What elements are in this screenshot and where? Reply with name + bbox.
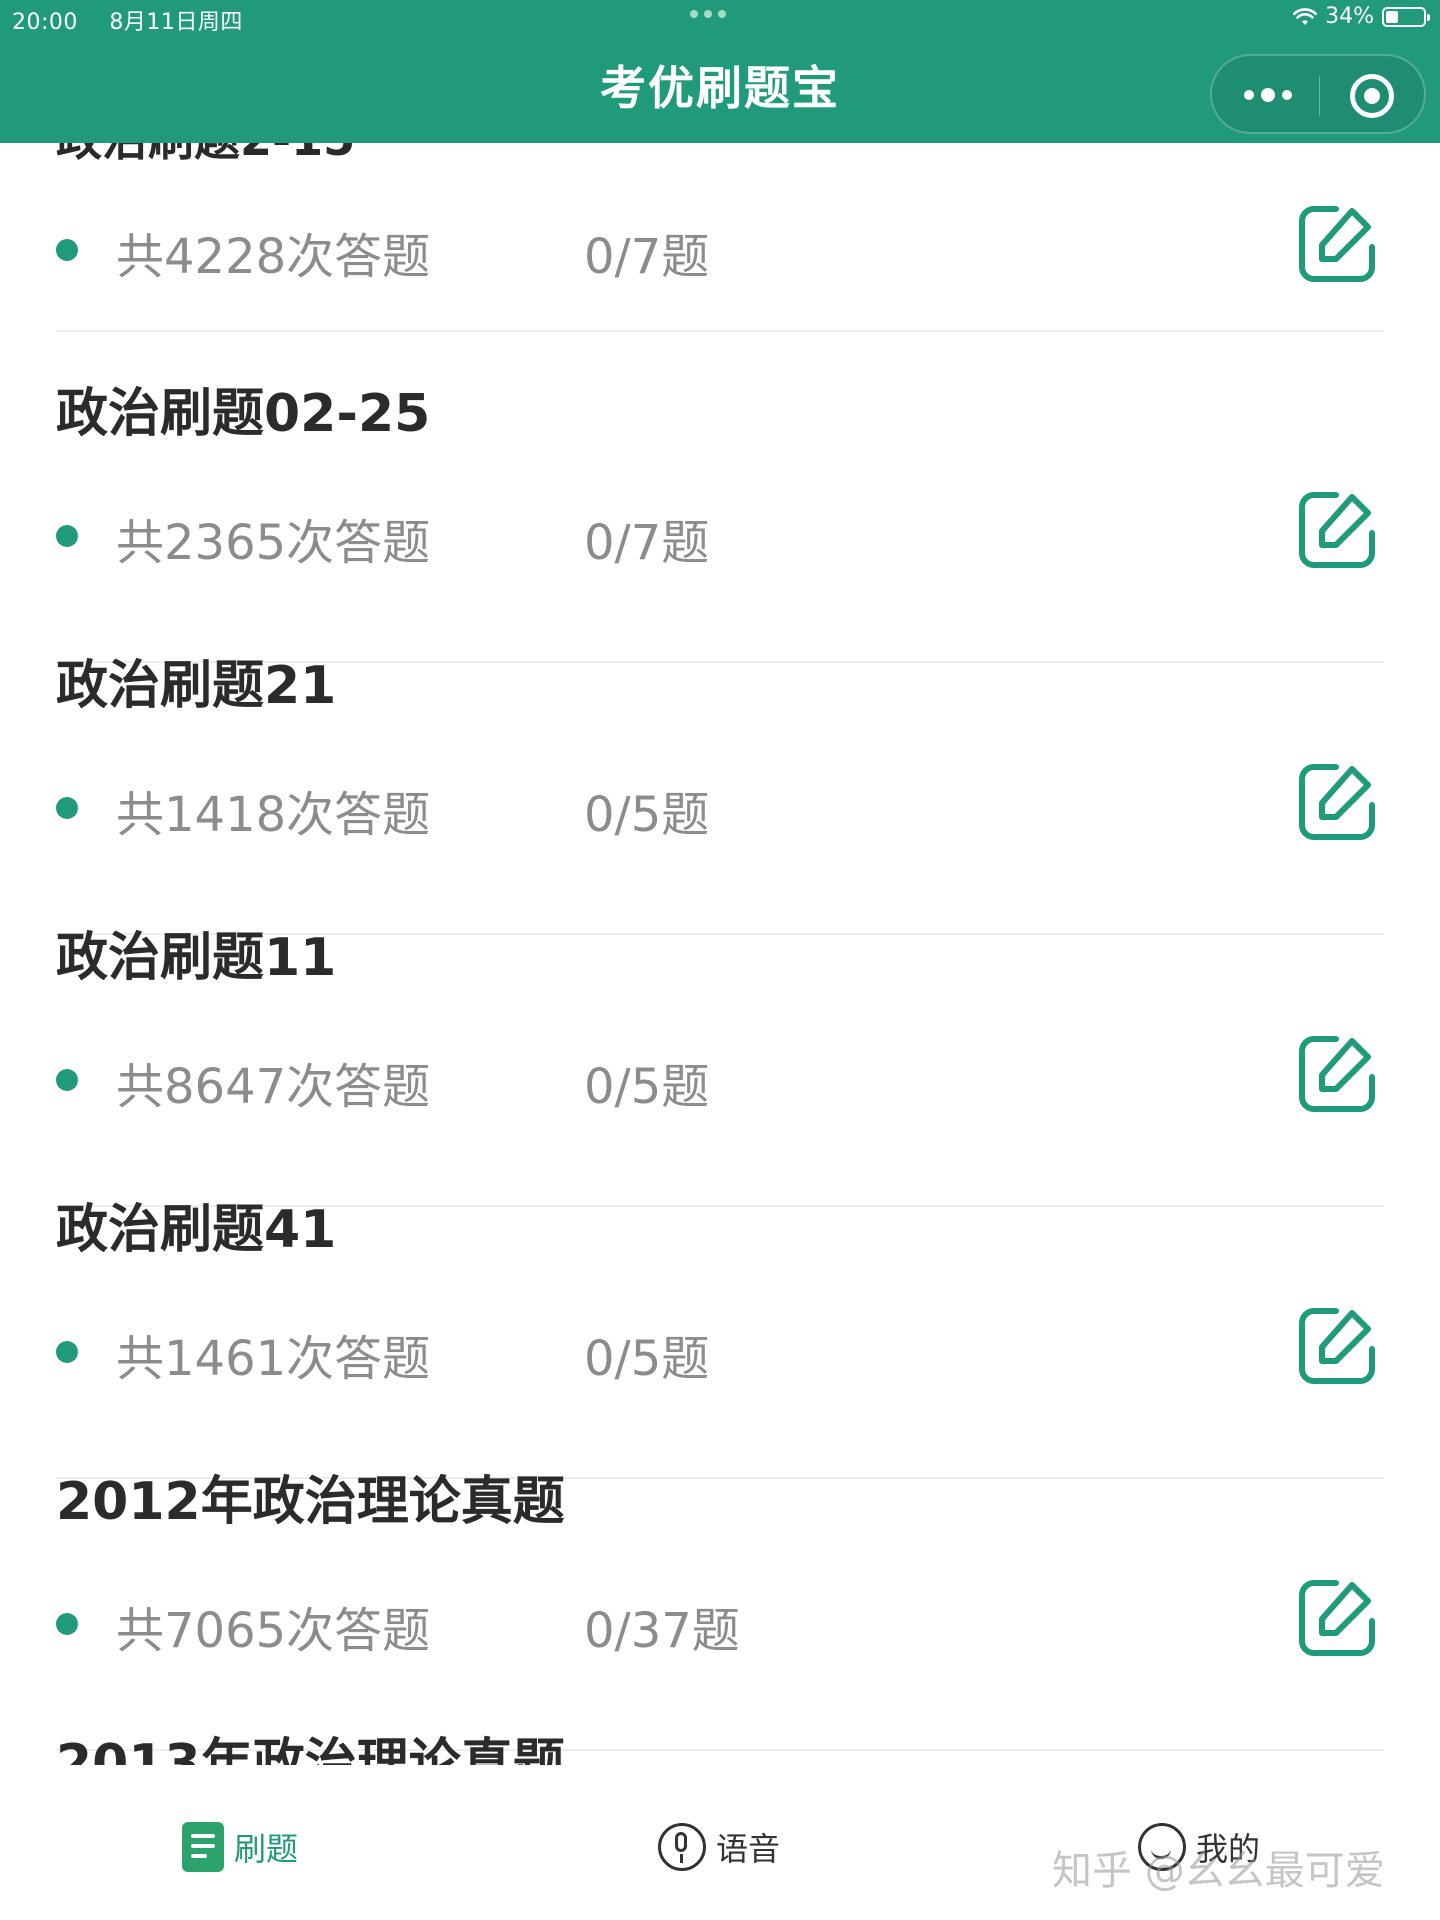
microphone-icon [658,1823,706,1871]
bullet-dot [56,1341,78,1363]
answer-count: 共7065次答题 [116,1603,431,1659]
document-icon [182,1822,224,1872]
progress-text: 0/5题 [584,1331,710,1387]
bullet-dot [56,525,78,547]
list-item-row: 共7065次答题 0/37题 [0,1580,1440,1731]
bullet-dot [56,1069,78,1091]
answer-count: 共4228次答题 [116,229,431,285]
status-bar-right: 34% [1293,4,1430,29]
status-time: 20:00 [12,10,78,35]
list-item[interactable]: 政治刷题02-25 共2365次答题 0/7题 [0,333,1440,663]
wifi-icon [1293,7,1318,25]
exam-list: 政治刷题2-15 共4228次答题 0/7题 政治刷题02-25 共2365次答… [0,143,1440,1765]
edit-icon[interactable] [1296,1305,1378,1387]
capsule-divider [1319,76,1320,116]
edit-icon[interactable] [1296,1033,1378,1115]
bullet-dot [56,239,78,261]
multitask-dots-icon[interactable] [690,10,726,18]
progress-text: 0/7题 [584,229,710,285]
partial-item-title: 政治刷题2-15 [56,143,355,169]
progress-text: 0/7题 [584,515,710,571]
item-title: 政治刷题21 [56,656,337,716]
more-icon[interactable] [1244,88,1292,102]
close-target-icon[interactable] [1350,74,1394,118]
watermark: 知乎 @幺幺最可爱 [1052,1848,1385,1894]
battery-icon [1382,6,1430,27]
list-item[interactable]: 政治刷题41 共1461次答题 0/5题 [0,1149,1440,1479]
tab-label: 语音 [716,1830,781,1868]
bullet-dot [56,1613,78,1635]
item-title: 政治刷题41 [56,1200,337,1260]
partial-item-title: 2013年政治理论真题 [56,1734,565,1765]
item-title: 2012年政治理论真题 [56,1472,565,1532]
tab-practice[interactable]: 刷题 [182,1817,298,1877]
battery-percent: 34% [1325,4,1374,29]
status-date: 8月11日周四 [109,10,243,35]
top-bar: 20:00 8月11日周四 34% 考优刷题宝 [0,0,1440,143]
progress-text: 0/5题 [584,787,710,843]
item-title: 政治刷题11 [56,928,337,988]
divider [56,330,1384,332]
tab-label: 刷题 [234,1830,299,1868]
edit-icon[interactable] [1296,489,1378,571]
answer-count: 共1461次答题 [116,1331,431,1387]
tab-voice[interactable]: 语音 [658,1817,780,1877]
miniprogram-capsule [1210,54,1426,134]
progress-text: 0/37题 [584,1603,740,1659]
status-bar-left: 20:00 8月11日周四 [12,4,243,36]
bullet-dot [56,797,78,819]
progress-text: 0/5题 [584,1059,710,1115]
item-title: 政治刷题02-25 [56,384,431,444]
list-item[interactable]: 政治刷题21 共1418次答题 0/5题 [0,605,1440,935]
answer-count: 共2365次答题 [116,515,431,571]
edit-icon[interactable] [1296,1577,1378,1659]
answer-count: 共8647次答题 [116,1059,431,1115]
list-item[interactable]: 政治刷题11 共8647次答题 0/5题 [0,877,1440,1207]
edit-icon[interactable] [1296,203,1378,285]
answer-count: 共1418次答题 [116,787,431,843]
edit-icon[interactable] [1296,761,1378,843]
list-item[interactable]: 2012年政治理论真题 共7065次答题 0/37题 [0,1421,1440,1751]
